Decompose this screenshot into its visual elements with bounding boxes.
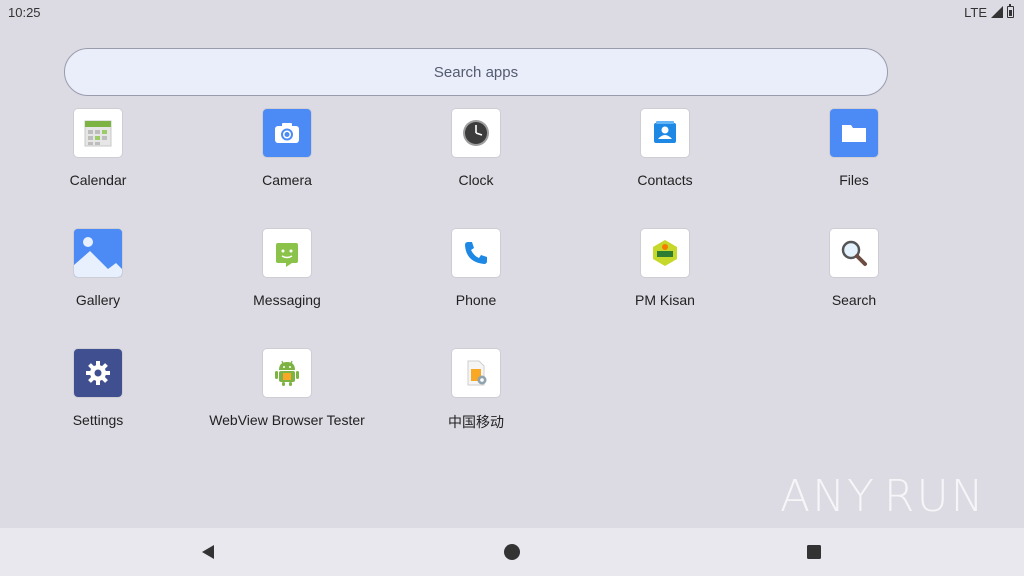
app-label: Search [831, 292, 877, 308]
app-label: Files [839, 172, 869, 188]
status-bar: 10:25 LTE [0, 0, 1024, 24]
app-label: Clock [458, 172, 494, 188]
phone-icon [452, 229, 500, 277]
home-button[interactable] [502, 542, 522, 562]
app-label: Gallery [75, 292, 121, 308]
search-icon [830, 229, 878, 277]
app-gallery[interactable]: Gallery [8, 229, 188, 329]
messaging-icon [263, 229, 311, 277]
sim-toolkit-icon [452, 349, 500, 397]
signal-icon [991, 6, 1003, 18]
anyrun-watermark: ANY RUN [780, 464, 984, 528]
back-icon [202, 545, 214, 559]
app-china-mobile[interactable]: 中国移动 [386, 349, 566, 449]
app-label: WebView Browser Tester [209, 412, 365, 428]
app-label: Settings [72, 412, 124, 428]
app-files[interactable]: Files [764, 109, 944, 209]
pm-kisan-icon [641, 229, 689, 277]
back-button[interactable] [198, 542, 218, 562]
home-icon [504, 544, 520, 560]
watermark-text-right: RUN [883, 470, 986, 522]
app-phone[interactable]: Phone [386, 229, 566, 329]
app-settings[interactable]: Settings [8, 349, 188, 449]
network-type: LTE [964, 4, 987, 20]
app-label: Phone [455, 292, 497, 308]
watermark-text-left: ANY [780, 470, 876, 522]
app-messaging[interactable]: Messaging [197, 229, 377, 329]
search-placeholder: Search apps [433, 63, 519, 81]
files-icon [830, 109, 878, 157]
app-label: PM Kisan [635, 292, 695, 308]
app-webview-browser-tester[interactable]: WebView Browser Tester [197, 349, 377, 449]
app-contacts[interactable]: Contacts [575, 109, 755, 209]
app-label: Calendar [69, 172, 127, 188]
camera-icon [263, 109, 311, 157]
recents-button[interactable] [804, 542, 824, 562]
app-label: 中国移动 [448, 414, 504, 430]
status-icons: LTE [964, 4, 1014, 20]
calendar-icon [74, 109, 122, 157]
app-label: Messaging [253, 292, 321, 308]
app-camera[interactable]: Camera [197, 109, 377, 209]
app-calendar[interactable]: Calendar [8, 109, 188, 209]
settings-icon [74, 349, 122, 397]
search-apps-input[interactable]: Search apps [64, 48, 888, 96]
app-label: Camera [262, 172, 312, 188]
app-label: Contacts [637, 172, 693, 188]
android-icon [263, 349, 311, 397]
app-clock[interactable]: Clock [386, 109, 566, 209]
status-time: 10:25 [8, 4, 41, 20]
app-pm-kisan[interactable]: PM Kisan [575, 229, 755, 329]
navigation-bar [0, 528, 1024, 576]
app-search[interactable]: Search [764, 229, 944, 329]
battery-icon [1007, 4, 1014, 18]
contacts-icon [641, 109, 689, 157]
recents-icon [807, 545, 821, 559]
clock-icon [452, 109, 500, 157]
gallery-icon [74, 229, 122, 277]
